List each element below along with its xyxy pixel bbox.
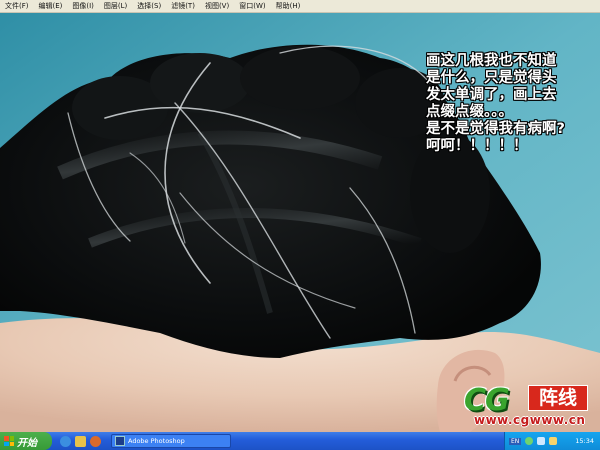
- task-label: Adobe Photoshop: [128, 437, 185, 445]
- cg-logo-url: www.cgwww.cn: [474, 413, 586, 427]
- menu-layer[interactable]: 图层(L): [99, 0, 132, 12]
- menu-image[interactable]: 图像(I): [67, 0, 99, 12]
- desktop-icon[interactable]: [75, 435, 86, 447]
- start-button[interactable]: 开始: [0, 432, 52, 450]
- annotation-line: 是什么，只是觉得头: [426, 70, 557, 86]
- taskbar-photoshop-button[interactable]: Adobe Photoshop: [111, 434, 231, 448]
- menu-filter[interactable]: 滤镜(T): [166, 0, 200, 12]
- start-label: 开始: [17, 437, 37, 449]
- document-canvas[interactable]: 画这几根我也不知道 是什么，只是觉得头 发太单调了，画上去 点缀点缀。。。 是不…: [0, 13, 600, 432]
- menu-window[interactable]: 窗口(W): [234, 0, 270, 12]
- annotation-text: 画这几根我也不知道 是什么，只是觉得头 发太单调了，画上去 点缀点缀。。。 是不…: [426, 53, 600, 155]
- menu-help[interactable]: 帮助(H): [271, 0, 306, 12]
- tray-help-icon[interactable]: [525, 437, 534, 445]
- menu-view[interactable]: 视图(V): [200, 0, 234, 12]
- cg-logo-badge: 阵线: [528, 385, 588, 411]
- system-tray: EN 15:34: [504, 432, 600, 450]
- cg-logo: CG 阵线 www.cgwww.cn: [464, 383, 594, 431]
- quick-launch: [60, 435, 101, 447]
- ie-icon[interactable]: [60, 435, 71, 447]
- menu-file[interactable]: 文件(F): [0, 0, 34, 12]
- menu-edit[interactable]: 编辑(E): [34, 0, 68, 12]
- media-icon[interactable]: [90, 435, 101, 447]
- clock: 15:34: [575, 437, 594, 445]
- menu-select[interactable]: 选择(S): [132, 0, 166, 12]
- windows-flag-icon: [4, 436, 14, 446]
- annotation-line: 画这几根我也不知道: [426, 53, 557, 69]
- menu-bar: 文件(F) 编辑(E) 图像(I) 图层(L) 选择(S) 滤镜(T) 视图(V…: [0, 0, 600, 13]
- tray-network-icon[interactable]: [537, 437, 546, 445]
- annotation-line: 发太单调了，画上去: [426, 87, 557, 103]
- photoshop-icon: [115, 436, 125, 446]
- annotation-line: 点缀点缀。。。: [426, 104, 513, 120]
- annotation-line: 是不是觉得我有病啊?: [426, 121, 565, 137]
- language-indicator[interactable]: EN: [509, 437, 522, 445]
- taskbar: 开始 Adobe Photoshop EN 15:34: [0, 432, 600, 450]
- annotation-line: 呵呵！！！！！: [426, 138, 528, 154]
- tray-volume-icon[interactable]: [549, 437, 558, 445]
